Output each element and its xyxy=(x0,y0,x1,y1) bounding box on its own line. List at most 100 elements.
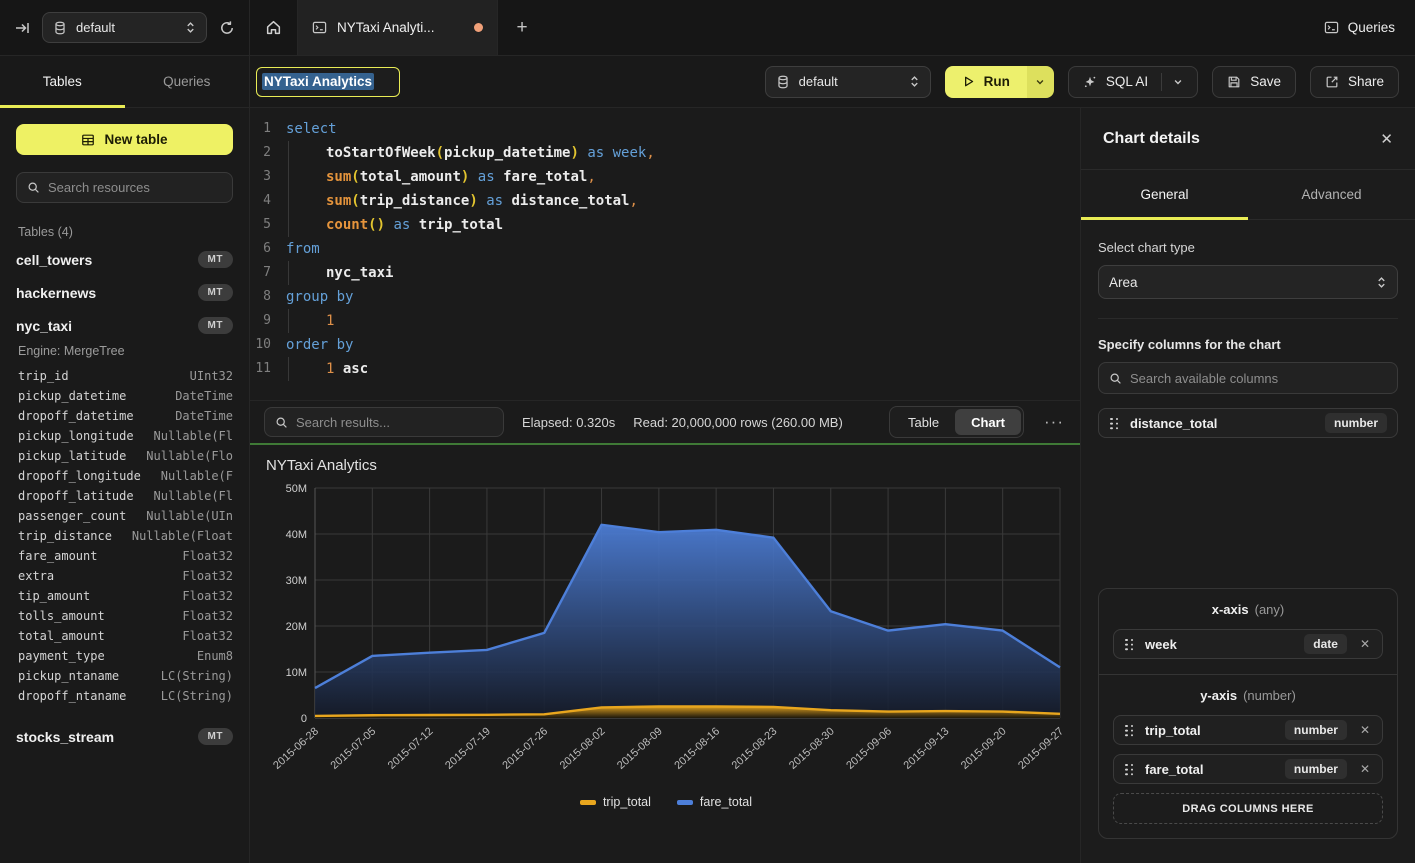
tab-strip: NYTaxi Analyti... + xyxy=(250,0,546,55)
tab-nytaxi-analytics[interactable]: NYTaxi Analyti... xyxy=(298,0,498,55)
more-options-icon[interactable]: ··· xyxy=(1042,412,1066,432)
line-content: sum(trip_distance) as distance_total, xyxy=(286,189,1080,213)
panel-tab-general[interactable]: General xyxy=(1081,170,1248,219)
column-row: dropoff_datetimeDateTime xyxy=(16,406,233,426)
column-name: dropoff_longitude xyxy=(18,469,141,483)
drag-handle-icon[interactable] xyxy=(1124,763,1134,776)
table-engine: Engine: MergeTree xyxy=(18,344,233,358)
code-line: 5count() as trip_total xyxy=(250,213,1080,237)
column-type: UInt32 xyxy=(190,369,233,383)
column-chip-name: week xyxy=(1145,637,1293,652)
table-row[interactable]: nyc_taxiMT xyxy=(16,309,233,342)
toolbar-database-selector[interactable]: default xyxy=(765,66,931,98)
columns-search[interactable] xyxy=(1098,362,1398,394)
code-token xyxy=(579,141,587,165)
engine-badge: MT xyxy=(198,284,233,301)
line-number: 1 xyxy=(250,117,286,141)
indent-guide xyxy=(288,213,326,237)
legend-item[interactable]: fare_total xyxy=(677,795,752,809)
database-icon xyxy=(53,21,67,35)
indent-guide xyxy=(288,141,326,165)
results-bar: Elapsed: 0.320s Read: 20,000,000 rows (2… xyxy=(250,400,1080,443)
save-button[interactable]: Save xyxy=(1212,66,1296,98)
code-line: 6from xyxy=(250,237,1080,261)
column-name: pickup_longitude xyxy=(18,429,134,443)
panel-tab-advanced[interactable]: Advanced xyxy=(1248,170,1415,219)
area-chart[interactable]: 010M20M30M40M50M2015-06-282015-07-052015… xyxy=(260,480,1072,789)
remove-column-icon[interactable]: ✕ xyxy=(1358,723,1372,737)
read-stat: Read: 20,000,000 rows (260.00 MB) xyxy=(633,415,843,430)
query-title-input[interactable]: NYTaxi Analytics xyxy=(256,67,400,97)
column-name: extra xyxy=(18,569,54,583)
code-token: sum xyxy=(326,189,351,213)
sidebar-tab-tables[interactable]: Tables xyxy=(0,56,125,107)
new-tab-button[interactable]: + xyxy=(498,0,546,55)
y-axis-items: trip_totalnumber✕ fare_totalnumber✕ xyxy=(1113,715,1383,784)
sql-ai-button[interactable]: SQL AI xyxy=(1068,66,1198,98)
line-content: group by xyxy=(286,285,1080,309)
close-icon[interactable]: ✕ xyxy=(1380,130,1393,148)
code-token: trip_distance xyxy=(360,189,470,213)
drag-handle-icon[interactable] xyxy=(1124,724,1134,737)
database-selector[interactable]: default xyxy=(42,12,207,43)
table-row[interactable]: hackernews MT xyxy=(16,276,233,309)
chevron-down-icon[interactable] xyxy=(1173,77,1183,87)
remove-column-icon[interactable]: ✕ xyxy=(1358,762,1372,776)
svg-text:2015-06-28: 2015-06-28 xyxy=(271,725,321,772)
toggle-table[interactable]: Table xyxy=(892,409,955,435)
drop-zone[interactable]: DRAG COLUMNS HERE xyxy=(1113,793,1383,824)
column-row: pickup_datetimeDateTime xyxy=(16,386,233,406)
chart-details-panel: Chart details ✕ General Advanced Select … xyxy=(1080,108,1415,863)
column-chip[interactable]: trip_totalnumber✕ xyxy=(1113,715,1383,745)
axis-config-group: x-axis(any) weekdate✕ y-axis(number) tri… xyxy=(1098,588,1398,839)
chart-type-selector[interactable]: Area xyxy=(1098,265,1398,299)
column-type: LC(String) xyxy=(161,689,233,703)
column-chip[interactable]: weekdate✕ xyxy=(1113,629,1383,659)
line-number: 2 xyxy=(250,141,286,165)
svg-text:2015-08-30: 2015-08-30 xyxy=(787,725,837,772)
table-name: hackernews xyxy=(16,285,96,301)
legend-item[interactable]: trip_total xyxy=(580,795,651,809)
new-table-button[interactable]: New table xyxy=(16,124,233,155)
code-token: ) xyxy=(570,141,578,165)
resources-search-input[interactable] xyxy=(48,180,222,195)
results-search[interactable] xyxy=(264,407,504,437)
results-search-input[interactable] xyxy=(296,415,493,430)
run-dropdown-toggle[interactable] xyxy=(1027,66,1054,98)
x-axis-section: x-axis(any) weekdate✕ xyxy=(1099,589,1397,674)
run-button[interactable]: Run xyxy=(945,66,1054,98)
svg-text:2015-09-13: 2015-09-13 xyxy=(902,725,952,772)
run-button-main[interactable]: Run xyxy=(945,66,1027,98)
engine-badge: MT xyxy=(198,251,233,268)
home-tab[interactable] xyxy=(250,0,298,55)
drag-handle-icon[interactable] xyxy=(1109,417,1119,430)
share-button[interactable]: Share xyxy=(1310,66,1399,98)
line-content: sum(total_amount) as fare_total, xyxy=(286,165,1080,189)
column-name: total_amount xyxy=(18,629,105,643)
sidebar-tab-queries[interactable]: Queries xyxy=(125,56,250,107)
code-token xyxy=(503,189,511,213)
columns-search-input[interactable] xyxy=(1130,371,1387,386)
share-icon xyxy=(1325,75,1339,89)
table-row[interactable]: cell_towersMT xyxy=(16,243,233,276)
panel-divider xyxy=(1098,318,1398,319)
queries-button[interactable]: Queries xyxy=(1304,0,1415,55)
collapse-sidebar-icon[interactable] xyxy=(14,20,30,36)
search-icon xyxy=(27,181,40,194)
table-row[interactable]: stocks_streamMT xyxy=(16,720,233,753)
refresh-icon[interactable] xyxy=(219,20,235,36)
drag-handle-icon[interactable] xyxy=(1124,638,1134,651)
code-token: order by xyxy=(286,333,353,357)
resources-search[interactable] xyxy=(16,172,233,203)
remove-column-icon[interactable]: ✕ xyxy=(1358,637,1372,651)
column-chip[interactable]: fare_totalnumber✕ xyxy=(1113,754,1383,784)
toggle-chart[interactable]: Chart xyxy=(955,409,1021,435)
column-chip[interactable]: distance_totalnumber xyxy=(1098,408,1398,438)
chart-type-value: Area xyxy=(1109,275,1367,290)
y-axis-label: y-axis xyxy=(1200,688,1237,703)
table-name: stocks_stream xyxy=(16,729,114,745)
column-name: tip_amount xyxy=(18,589,90,603)
sql-editor[interactable]: 1select2toStartOfWeek(pickup_datetime) a… xyxy=(250,108,1080,400)
line-content: select xyxy=(286,117,1080,141)
database-selector-value: default xyxy=(76,20,176,35)
